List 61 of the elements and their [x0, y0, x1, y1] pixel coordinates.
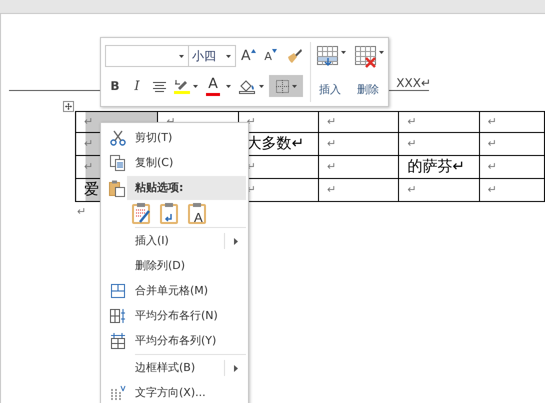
- distribute-columns-icon: [111, 333, 125, 349]
- highlighter-icon: [174, 78, 190, 94]
- table-cell: ↵: [318, 132, 399, 156]
- menu-item[interactable]: 合并单元格(M): [103, 279, 246, 303]
- center-align-icon: [152, 80, 166, 92]
- distribute-rows-icon: [110, 309, 126, 323]
- menu-item[interactable]: 边框样式(B): [103, 356, 246, 380]
- dropdown-arrow-icon: [292, 84, 296, 88]
- font-size-field[interactable]: 小四: [188, 45, 236, 67]
- dropdown-arrow-icon: [179, 55, 184, 58]
- paste-merge-format-button[interactable]: [159, 202, 181, 226]
- clipboard-icon: [109, 180, 125, 196]
- table-cell: 的萨芬↵: [398, 156, 480, 178]
- dropdown-arrow-icon: [226, 85, 231, 88]
- border-grid-icon: [276, 80, 288, 92]
- table-cell: ↵: [398, 178, 480, 202]
- table-merge-icon: [111, 284, 125, 298]
- menu-item[interactable]: 插入(I): [103, 229, 246, 253]
- menu-item[interactable]: 文字方向(X)...: [103, 381, 246, 403]
- header-text: XXX↵: [396, 76, 431, 90]
- scissors-icon: [110, 130, 126, 146]
- move-icon: [65, 103, 72, 110]
- up-triangle-icon: [250, 49, 256, 53]
- table-insert-icon: [317, 46, 346, 68]
- italic-button[interactable]: I: [127, 75, 147, 97]
- insert-table-button[interactable]: 插入: [315, 44, 348, 102]
- paintbrush-icon: [286, 48, 302, 64]
- move-handle-icon[interactable]: [63, 101, 74, 112]
- menu-item[interactable]: 平均分布各行(N): [103, 304, 246, 328]
- font-color-button[interactable]: A: [203, 75, 234, 97]
- dropdown-arrow-icon: [226, 55, 231, 58]
- table-cell: ↵: [479, 156, 544, 178]
- text-direction-icon: [110, 385, 126, 401]
- table-cell: ↵: [479, 132, 544, 156]
- dropdown-arrow-icon: [193, 84, 198, 88]
- table-cell: ↵: [318, 178, 399, 202]
- menu-item[interactable]: 删除列(D): [103, 254, 246, 278]
- table-cell: ↵: [479, 178, 544, 202]
- paste-keep-format-button[interactable]: [131, 202, 153, 226]
- table-cell: ↵: [398, 112, 480, 132]
- copy-icon: [110, 155, 126, 171]
- table-cell: ↵: [398, 132, 480, 156]
- menu-item[interactable]: 平均分布各列(Y): [103, 329, 246, 353]
- bold-button[interactable]: B: [105, 75, 125, 97]
- clipboard-icon: [132, 202, 152, 224]
- down-triangle-icon: [272, 49, 277, 53]
- clipboard-icon: [160, 202, 180, 224]
- dropdown-arrow-icon: [259, 84, 264, 88]
- delete-table-button[interactable]: 删除: [353, 44, 386, 102]
- table-cell: ↵: [318, 112, 399, 132]
- table-cell: ↵: [479, 112, 544, 132]
- paint-bucket-icon: [239, 78, 256, 94]
- paste-text-only-button[interactable]: A: [187, 202, 209, 226]
- font-name-field[interactable]: [105, 45, 189, 67]
- table-delete-icon: [355, 46, 384, 68]
- borders-button[interactable]: [269, 75, 303, 97]
- paragraph-mark: ↵: [77, 206, 87, 218]
- clipboard-icon: [188, 202, 208, 224]
- grow-font-button[interactable]: A: [238, 45, 259, 67]
- table-cell: ↵: [318, 156, 399, 178]
- shrink-font-button[interactable]: A: [260, 45, 281, 67]
